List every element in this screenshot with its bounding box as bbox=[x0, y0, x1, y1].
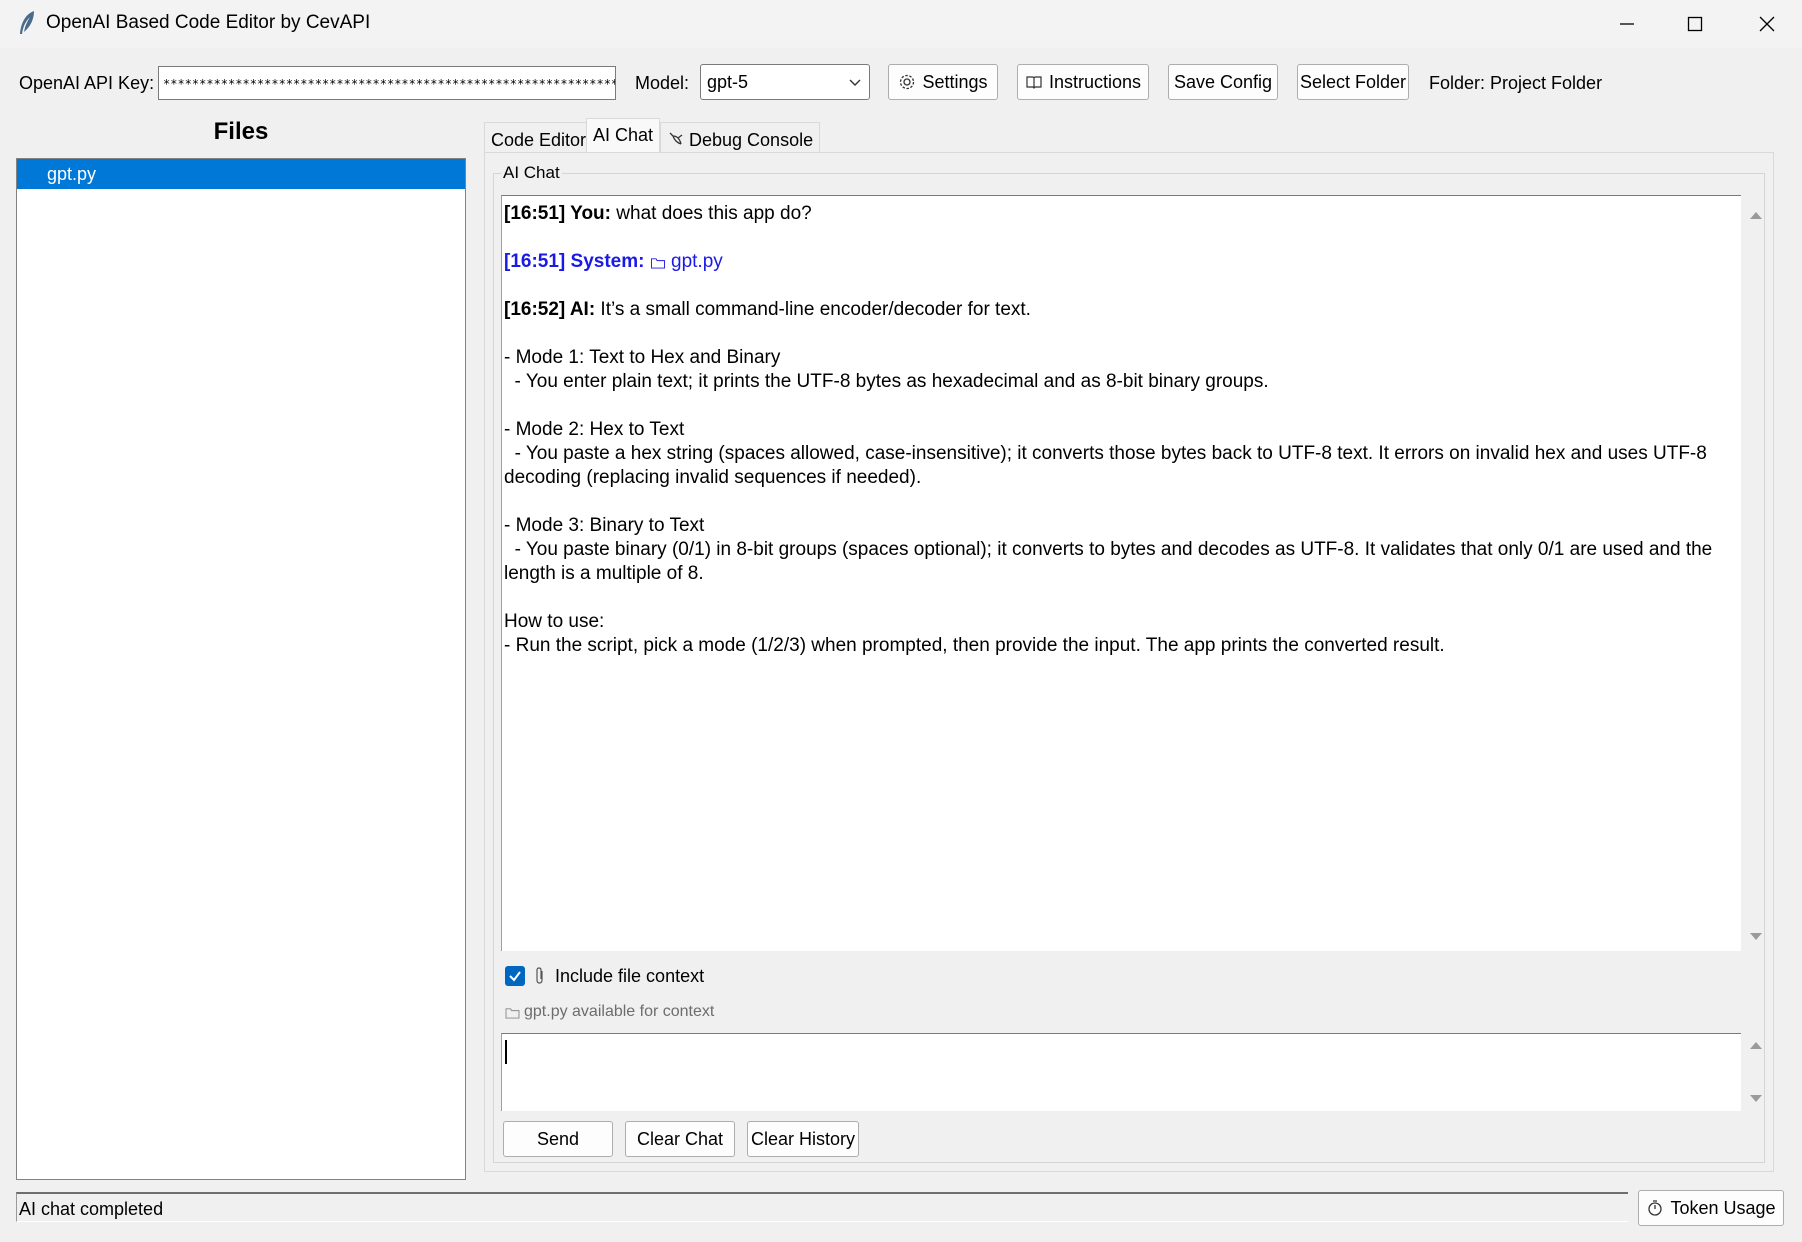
chat-message-ai: [16:52] AI: It’s a small command-line en… bbox=[504, 299, 1031, 320]
include-context-checkbox[interactable] bbox=[505, 966, 525, 986]
book-icon bbox=[1026, 76, 1042, 89]
stopwatch-icon bbox=[1648, 1200, 1663, 1216]
token-usage-label: Token Usage bbox=[1670, 1197, 1776, 1218]
include-context-row: Include file context bbox=[505, 963, 704, 989]
model-select[interactable]: gpt-5 bbox=[700, 64, 870, 100]
status-bar: AI chat completed bbox=[16, 1192, 1628, 1222]
ai-response-line: - Run the script, pick a mode (1/2/3) wh… bbox=[504, 635, 1445, 656]
toolbar: OpenAI API Key: ************************… bbox=[0, 58, 1802, 108]
settings-label: Settings bbox=[922, 71, 988, 92]
folder-path: Folder: Project Folder bbox=[1429, 73, 1603, 93]
api-key-label: OpenAI API Key: bbox=[19, 73, 155, 93]
ai-response-line: - Mode 1: Text to Hex and Binary bbox=[504, 347, 781, 368]
message-input[interactable] bbox=[501, 1033, 1741, 1111]
chat-scrollbar[interactable] bbox=[1745, 195, 1767, 951]
save-config-label: Save Config bbox=[1173, 71, 1273, 92]
chat-group-label: AI Chat bbox=[501, 163, 562, 183]
paperclip-icon bbox=[536, 967, 543, 984]
tab-code-editor[interactable]: Code Editor bbox=[484, 122, 594, 154]
scroll-up-icon bbox=[1750, 1042, 1762, 1049]
tab-label: Code Editor bbox=[491, 130, 587, 150]
input-scrollbar[interactable] bbox=[1745, 1033, 1767, 1111]
include-context-label: Include file context bbox=[555, 965, 705, 986]
clear-chat-button[interactable]: Clear Chat bbox=[625, 1121, 735, 1157]
files-title: Files bbox=[213, 118, 269, 145]
ai-response-line: - You paste a hex string (spaces allowed… bbox=[504, 443, 1713, 488]
ai-response-line: - Mode 2: Hex to Text bbox=[504, 419, 685, 440]
ai-response-line: How to use: bbox=[504, 611, 605, 632]
text-caret bbox=[505, 1040, 507, 1064]
maximize-icon bbox=[1687, 16, 1703, 32]
ai-response-line: - You enter plain text; it prints the UT… bbox=[504, 371, 1269, 392]
clear-chat-label: Clear Chat bbox=[636, 1128, 724, 1149]
minimize-icon bbox=[1620, 23, 1634, 25]
scroll-down-icon bbox=[1750, 1095, 1762, 1102]
model-value: gpt-5 bbox=[707, 72, 749, 92]
chat-message-system: [16:51] System: gpt.py bbox=[504, 251, 723, 272]
scroll-up-icon bbox=[1750, 212, 1762, 219]
context-note: gpt.py available for context bbox=[505, 1003, 714, 1021]
maximize-button[interactable] bbox=[1660, 0, 1730, 48]
minimize-button[interactable] bbox=[1592, 0, 1662, 48]
select-folder-label: Select Folder bbox=[1299, 71, 1407, 92]
context-note-text: gpt.py available for context bbox=[524, 1003, 715, 1020]
token-usage-button[interactable]: Token Usage bbox=[1638, 1190, 1784, 1226]
scroll-down-icon bbox=[1750, 933, 1762, 940]
close-button[interactable] bbox=[1732, 0, 1802, 48]
tab-label: AI Chat bbox=[593, 125, 654, 145]
select-folder-button[interactable]: Select Folder bbox=[1297, 64, 1409, 100]
bug-icon bbox=[669, 132, 683, 145]
ai-response-line: - Mode 3: Binary to Text bbox=[504, 515, 705, 536]
tab-debug-console[interactable]: Debug Console bbox=[660, 122, 821, 154]
chat-history[interactable]: [16:51] You: what does this app do? [16:… bbox=[501, 195, 1741, 951]
window-title: OpenAI Based Code Editor by CevAPI bbox=[46, 12, 371, 33]
clear-history-label: Clear History bbox=[750, 1128, 856, 1149]
clear-history-button[interactable]: Clear History bbox=[747, 1121, 859, 1157]
api-key-input[interactable]: ****************************************… bbox=[158, 66, 616, 100]
settings-button[interactable]: Settings bbox=[888, 64, 998, 100]
title-bar: OpenAI Based Code Editor by CevAPI bbox=[0, 0, 1802, 48]
tab-ai-chat[interactable]: AI Chat bbox=[586, 118, 661, 154]
close-icon bbox=[1759, 16, 1775, 32]
folder-icon bbox=[505, 1007, 520, 1019]
feather-icon bbox=[16, 10, 38, 36]
ai-response-line: - You paste binary (0/1) in 8-bit groups… bbox=[504, 539, 1718, 584]
tab-label: Debug Console bbox=[689, 130, 814, 150]
file-item-gpt-py[interactable]: gpt.py bbox=[17, 159, 465, 189]
send-button[interactable]: Send bbox=[503, 1121, 613, 1157]
file-list[interactable]: gpt.py bbox=[16, 158, 466, 1180]
instructions-button[interactable]: Instructions bbox=[1017, 64, 1149, 100]
model-label: Model: bbox=[635, 73, 690, 93]
gear-icon bbox=[900, 74, 915, 90]
send-label: Send bbox=[536, 1128, 580, 1149]
chat-message-user: [16:51] You: what does this app do? bbox=[504, 203, 812, 224]
folder-icon bbox=[650, 258, 665, 269]
chevron-down-icon bbox=[849, 79, 861, 86]
save-config-button[interactable]: Save Config bbox=[1168, 64, 1278, 100]
check-icon bbox=[509, 971, 521, 982]
instructions-label: Instructions bbox=[1048, 71, 1142, 92]
ai-chat-panel: AI Chat [16:51] You: what does this app … bbox=[484, 152, 1774, 1172]
